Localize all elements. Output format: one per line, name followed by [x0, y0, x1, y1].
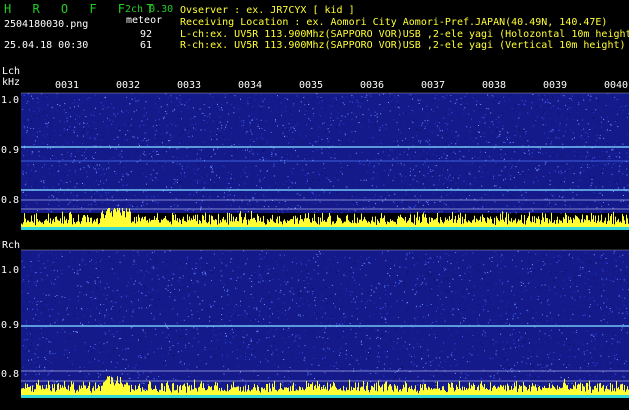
rch-panel-baseline [21, 395, 629, 398]
rch-panel [21, 250, 629, 398]
lch-panel [21, 93, 629, 230]
spectrogram [21, 92, 629, 398]
lch-panel-baseline [21, 227, 629, 230]
lch-panel-background [21, 93, 629, 213]
